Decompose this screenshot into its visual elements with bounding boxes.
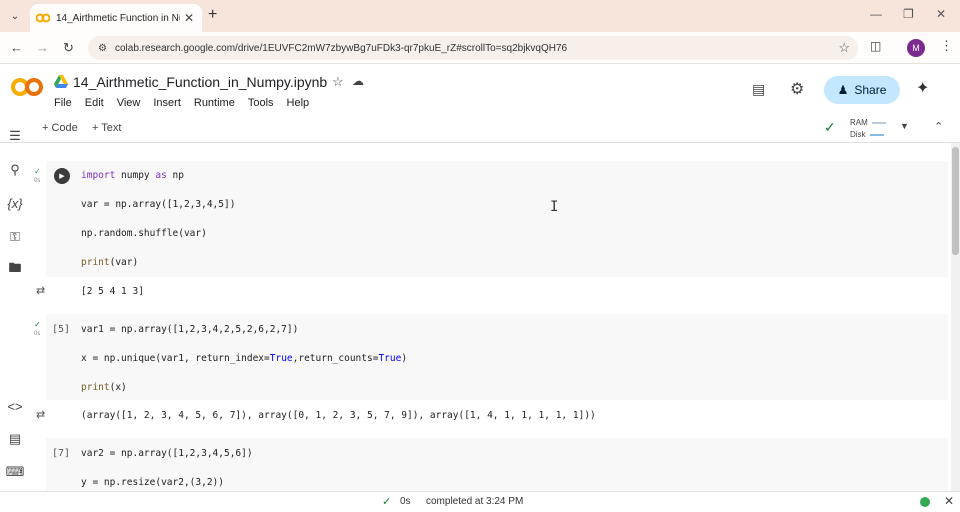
menu-runtime[interactable]: Runtime bbox=[194, 97, 235, 109]
screen: ⌄ 14_Airthmetic Function in Nu ✕ + — ❐ ✕… bbox=[0, 0, 960, 512]
code-cell[interactable]: ✓ 0s ▶ import numpy as np var = np.array… bbox=[34, 161, 948, 277]
drive-icon[interactable] bbox=[54, 75, 68, 89]
status-bar: ✓ 0s completed at 3:24 PM ✕ bbox=[0, 491, 960, 512]
runtime-caret-icon[interactable]: ▼ bbox=[900, 121, 909, 131]
star-icon[interactable]: ☆ bbox=[332, 74, 344, 90]
command-palette-icon[interactable]: ▤ bbox=[6, 430, 24, 448]
colab-logo[interactable] bbox=[10, 77, 44, 102]
code-cell[interactable]: ✓ 0s [5] var1 = np.array([1,2,3,4,2,5,2,… bbox=[34, 314, 948, 400]
restore-icon[interactable]: ❐ bbox=[903, 7, 914, 21]
code-icon[interactable]: <> bbox=[6, 397, 24, 415]
gear-icon[interactable]: ⚙ bbox=[790, 79, 804, 99]
status-check-icon: ✓ bbox=[382, 496, 392, 508]
vertical-scrollbar[interactable] bbox=[951, 143, 960, 491]
chevron-up-icon[interactable]: ⌃ bbox=[934, 120, 943, 133]
code-line: var1 = np.array([1,2,3,4,2,5,2,6,2,7]) bbox=[81, 324, 299, 335]
notebook-area: ✓ 0s ▶ import numpy as np var = np.array… bbox=[30, 143, 950, 491]
cell-exec-time: 0s bbox=[34, 178, 41, 184]
disk-label: Disk bbox=[850, 130, 866, 139]
code-line: print(x) bbox=[81, 382, 127, 393]
menu-bar: File Edit View Insert Runtime Tools Help bbox=[54, 97, 309, 109]
bookmark-star-icon[interactable]: ☆ bbox=[838, 40, 850, 56]
colab-favicon-icon bbox=[36, 11, 50, 25]
code-line: y = np.resize(var2,(3,2)) bbox=[81, 477, 224, 488]
menu-file[interactable]: File bbox=[54, 97, 72, 109]
cell-output: (array([1, 2, 3, 4, 5, 6, 7]), array([0,… bbox=[81, 410, 596, 421]
colab-header: 14_Airthmetic_Function_in_Numpy.ipynb ☆ … bbox=[0, 65, 960, 115]
status-time: 0s bbox=[400, 496, 411, 507]
share-label: Share bbox=[854, 83, 887, 97]
notebook-toolbar: + Code + Text ✓ RAM Disk ▼ ⌃ bbox=[0, 115, 960, 143]
output-icon[interactable]: ⇄ bbox=[36, 284, 45, 297]
people-icon: ♟ bbox=[837, 83, 849, 97]
extensions-icon[interactable]: ◫ bbox=[870, 39, 881, 53]
toc-icon[interactable]: ☰ bbox=[6, 127, 24, 145]
menu-tools[interactable]: Tools bbox=[248, 97, 274, 109]
code-line: import numpy as np bbox=[81, 170, 184, 181]
notebook-title[interactable]: 14_Airthmetic_Function_in_Numpy.ipynb bbox=[73, 74, 327, 90]
omnibox[interactable]: ⚙ colab.research.google.com/drive/1EUVFC… bbox=[88, 36, 858, 60]
scrollbar-thumb[interactable] bbox=[952, 147, 959, 255]
status-message: completed at 3:24 PM bbox=[426, 496, 524, 507]
kebab-icon[interactable]: ⋮ bbox=[940, 38, 953, 54]
ram-label: RAM bbox=[850, 118, 868, 127]
url-text: colab.research.google.com/drive/1EUVFC2m… bbox=[114, 42, 568, 54]
menu-help[interactable]: Help bbox=[287, 97, 310, 109]
minimize-icon[interactable]: — bbox=[870, 7, 882, 21]
back-icon[interactable]: ← bbox=[10, 40, 23, 55]
site-info-icon[interactable]: ⚙ bbox=[98, 43, 107, 54]
terminal-icon[interactable]: ⌨ bbox=[6, 463, 25, 481]
search-icon[interactable]: ⚲ bbox=[6, 161, 24, 179]
menu-edit[interactable]: Edit bbox=[85, 97, 104, 109]
share-button[interactable]: ♟ Share bbox=[824, 76, 900, 104]
address-bar-row: ← → ↻ ⚙ colab.research.google.com/drive/… bbox=[0, 32, 960, 64]
ram-bar bbox=[871, 121, 886, 124]
reload-icon[interactable]: ↻ bbox=[63, 40, 74, 56]
avatar[interactable]: M bbox=[907, 39, 925, 57]
variables-icon[interactable]: {x} bbox=[6, 194, 24, 212]
cell-output: [2 5 4 1 3] bbox=[81, 286, 144, 297]
menu-insert[interactable]: Insert bbox=[153, 97, 181, 109]
code-line: x = np.unique(var1, return_index=True,re… bbox=[81, 353, 408, 364]
window-close-icon[interactable]: ✕ bbox=[936, 7, 946, 21]
new-tab-plus-icon[interactable]: + bbox=[208, 6, 217, 24]
browser-tab[interactable]: 14_Airthmetic Function in Nu ✕ bbox=[30, 4, 202, 32]
exec-count: [5] bbox=[52, 324, 71, 335]
connected-check-icon: ✓ bbox=[824, 119, 836, 135]
code-cell[interactable]: [7] var2 = np.array([1,2,3,4,5,6]) y = n… bbox=[46, 438, 948, 491]
resource-monitor[interactable]: RAM Disk bbox=[850, 117, 886, 141]
sparkle-icon[interactable]: ✦ bbox=[916, 78, 929, 98]
add-code-button[interactable]: + Code bbox=[42, 122, 78, 134]
connection-status-dot bbox=[920, 497, 930, 507]
tab-search-chevron-down-icon[interactable]: ⌄ bbox=[4, 5, 26, 27]
cloud-icon: ☁ bbox=[352, 74, 364, 88]
tab-close-icon[interactable]: ✕ bbox=[184, 11, 194, 25]
key-icon[interactable]: ⚿ bbox=[6, 228, 24, 246]
cell-status-check-icon: ✓ bbox=[34, 320, 41, 329]
tab-title: 14_Airthmetic Function in Nu bbox=[56, 12, 180, 24]
comment-icon[interactable]: ▤ bbox=[752, 81, 765, 98]
forward-icon[interactable]: → bbox=[36, 40, 49, 55]
left-rail: ☰ ⚲ {x} ⚿ 🖿 <> ▤ ⌨ bbox=[0, 115, 30, 491]
code-line: print(var) bbox=[81, 257, 139, 268]
browser-tab-strip: ⌄ 14_Airthmetic Function in Nu ✕ + — ❐ ✕ bbox=[0, 0, 960, 32]
folder-icon[interactable]: 🖿 bbox=[6, 260, 24, 279]
cell-exec-time: 0s bbox=[34, 331, 41, 337]
code-line: var = np.array([1,2,3,4,5]) bbox=[81, 199, 236, 210]
cell-status-check-icon: ✓ bbox=[34, 167, 41, 176]
code-line: var2 = np.array([1,2,3,4,5,6]) bbox=[81, 448, 253, 459]
menu-view[interactable]: View bbox=[117, 97, 141, 109]
text-cursor-icon: I bbox=[550, 199, 559, 215]
status-close-icon[interactable]: ✕ bbox=[944, 494, 954, 508]
add-text-button[interactable]: + Text bbox=[92, 122, 121, 134]
exec-count: [7] bbox=[52, 448, 71, 459]
run-icon[interactable]: ▶ bbox=[54, 168, 70, 184]
output-icon[interactable]: ⇄ bbox=[36, 408, 45, 421]
code-line: np.random.shuffle(var) bbox=[81, 228, 207, 239]
disk-bar bbox=[869, 133, 884, 136]
